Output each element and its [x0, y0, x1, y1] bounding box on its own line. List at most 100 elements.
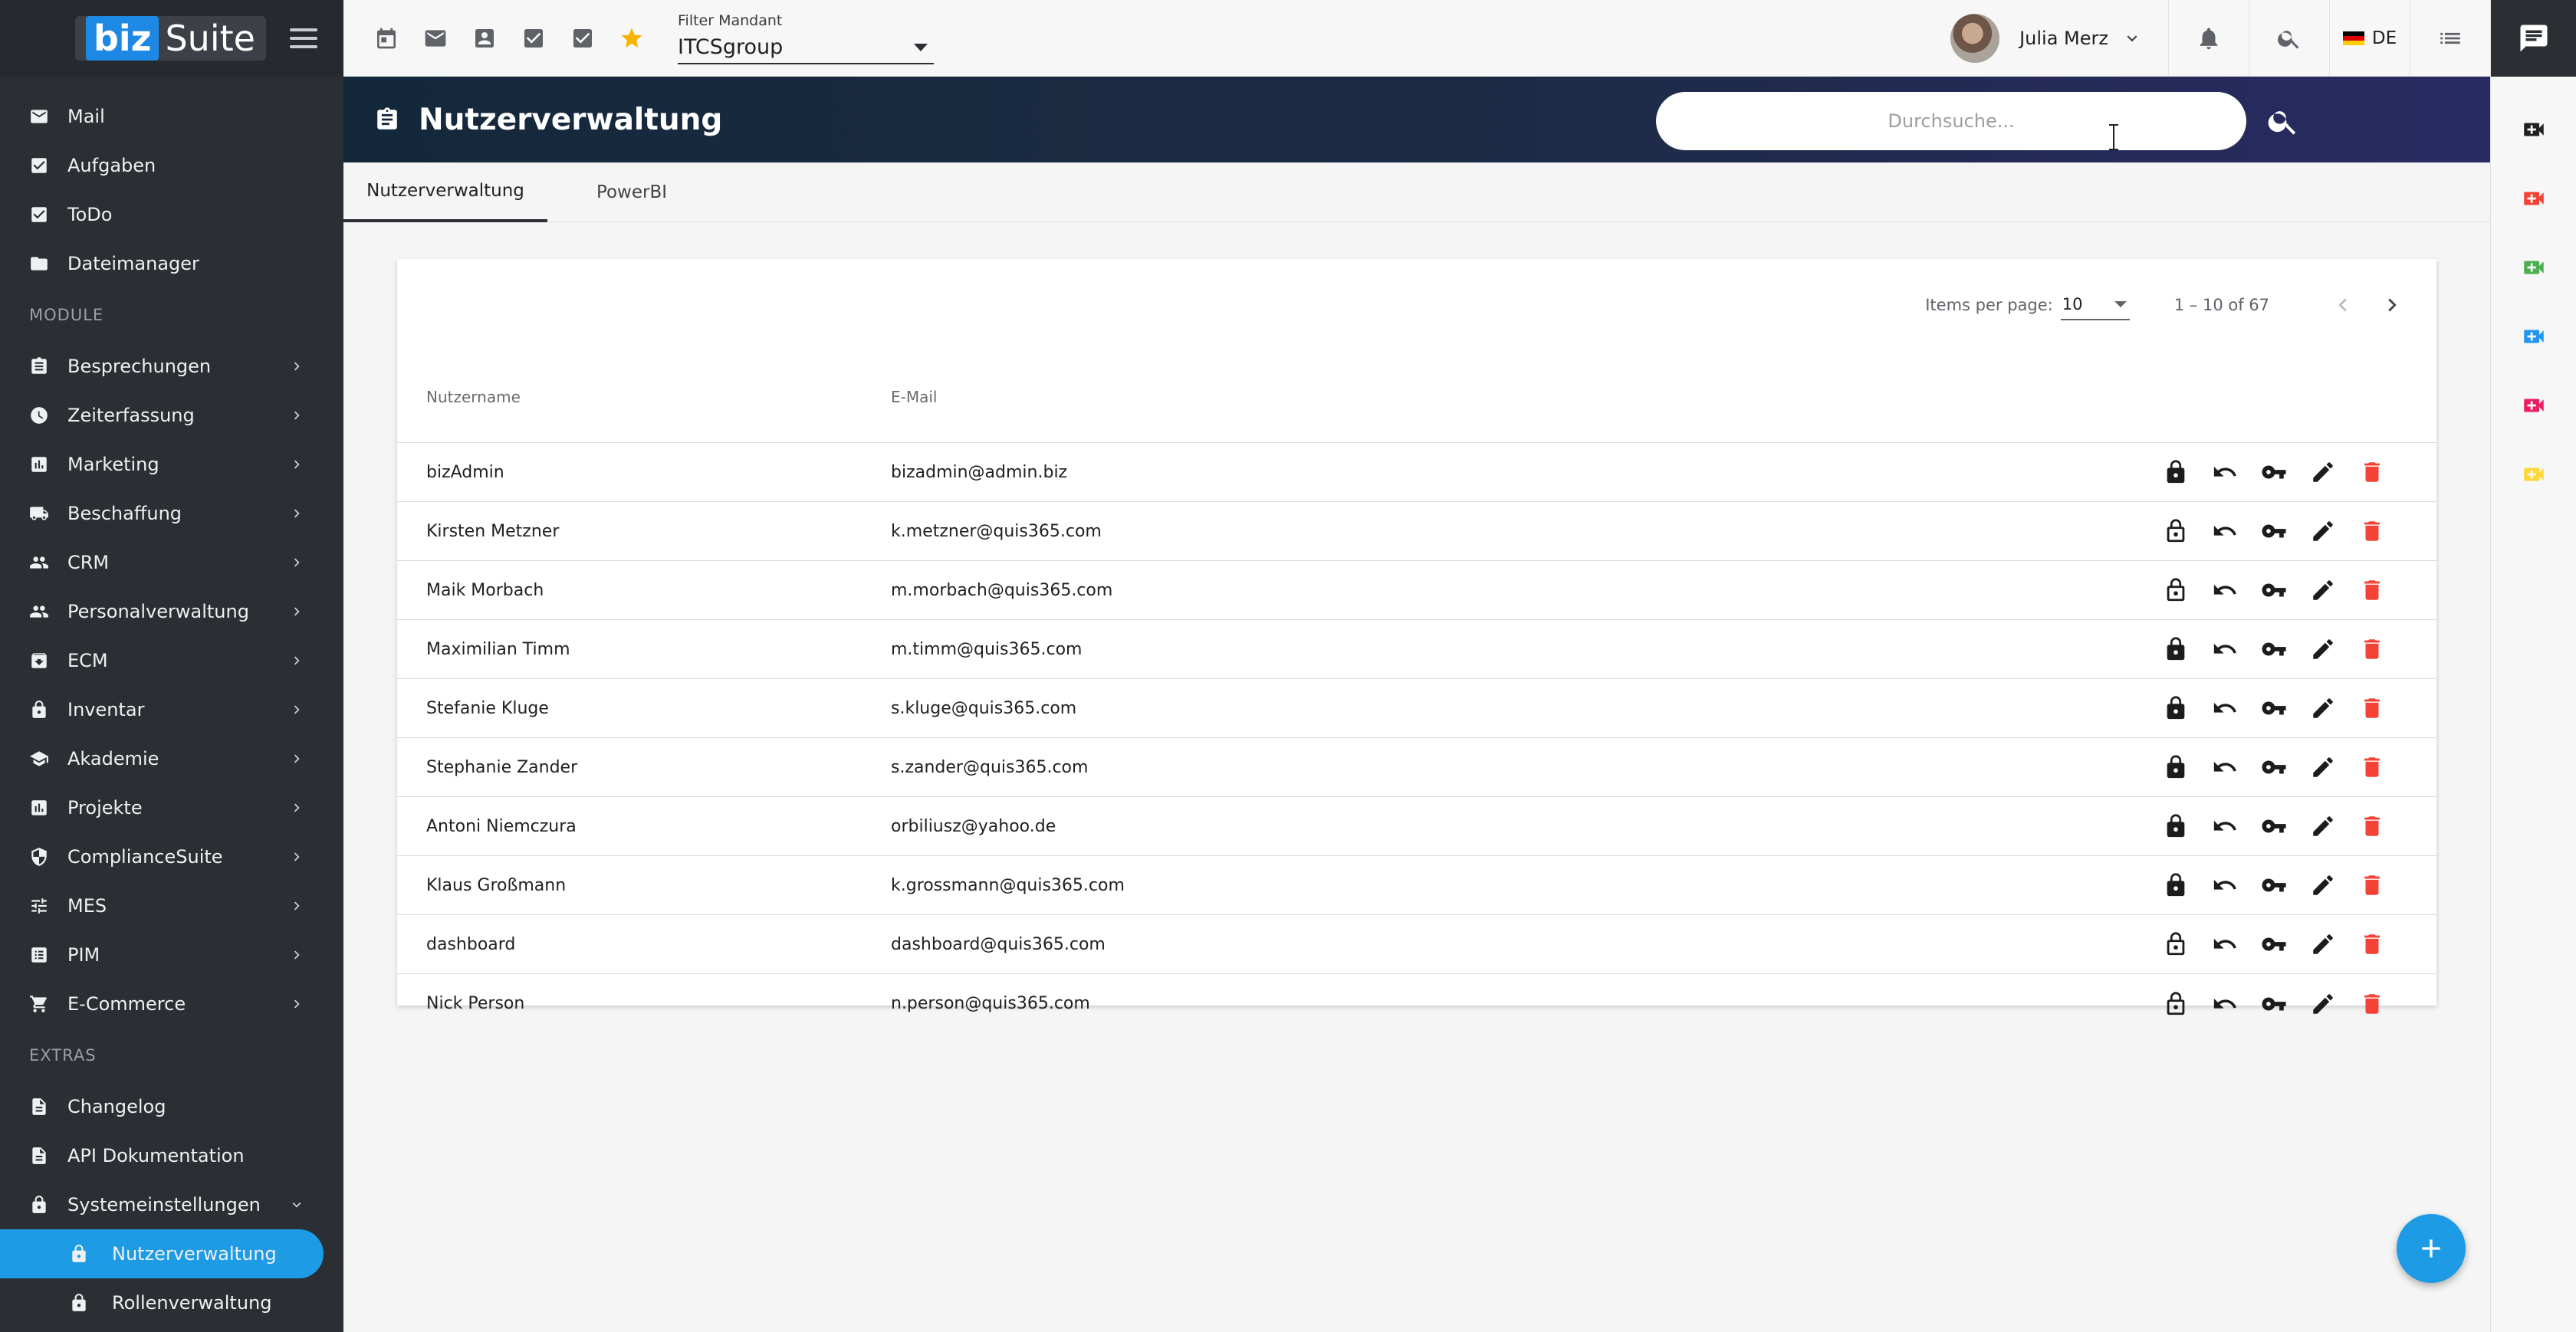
column-header-email[interactable]: E-Mail: [891, 388, 2436, 406]
lock-closed-icon[interactable]: [2151, 684, 2200, 733]
sidebar-item-rollenverwaltung[interactable]: Rollenverwaltung: [0, 1278, 343, 1327]
search-input[interactable]: [1656, 92, 2246, 150]
reset-undo-icon[interactable]: [2200, 920, 2249, 969]
key-icon[interactable]: [2249, 448, 2298, 497]
table-row[interactable]: Kirsten Metzner k.metzner@quis365.com: [397, 502, 2436, 561]
sidebar-item-personalverwaltung[interactable]: Personalverwaltung: [0, 587, 343, 636]
sidebar-item-inventar[interactable]: Inventar: [0, 685, 343, 734]
sidebar-item-mail[interactable]: Mail: [0, 92, 343, 141]
contact-card-icon[interactable]: [460, 0, 509, 77]
delete-trash-icon[interactable]: [2348, 920, 2397, 969]
key-icon[interactable]: [2249, 802, 2298, 851]
calendar-icon[interactable]: [362, 0, 411, 77]
delete-trash-icon[interactable]: [2348, 566, 2397, 615]
key-icon[interactable]: [2249, 920, 2298, 969]
table-row[interactable]: Maik Morbach m.morbach@quis365.com: [397, 561, 2436, 620]
sidebar-item-dateimanager[interactable]: Dateimanager: [0, 239, 343, 288]
sidebar-item-todo[interactable]: ToDo: [0, 190, 343, 239]
reset-undo-icon[interactable]: [2200, 566, 2249, 615]
reset-undo-icon[interactable]: [2200, 625, 2249, 674]
video-call-icon[interactable]: [2491, 233, 2576, 302]
delete-trash-icon[interactable]: [2348, 684, 2397, 733]
delete-trash-icon[interactable]: [2348, 743, 2397, 792]
list-menu-icon[interactable]: [2410, 0, 2490, 77]
chat-icon[interactable]: [2491, 0, 2576, 77]
video-call-icon[interactable]: [2491, 440, 2576, 509]
lock-open-icon[interactable]: [2151, 920, 2200, 969]
edit-pencil-icon[interactable]: [2298, 920, 2348, 969]
add-user-button[interactable]: [2397, 1214, 2466, 1283]
key-icon[interactable]: [2249, 625, 2298, 674]
sidebar-item-ecm[interactable]: ECM: [0, 636, 343, 685]
video-call-icon[interactable]: [2491, 302, 2576, 371]
delete-trash-icon[interactable]: [2348, 802, 2397, 851]
search-submit-icon[interactable]: [2266, 104, 2300, 138]
delete-trash-icon[interactable]: [2348, 507, 2397, 556]
sidebar-item-compliancesuite[interactable]: ComplianceSuite: [0, 832, 343, 881]
sidebar-item-aufgaben[interactable]: Aufgaben: [0, 141, 343, 190]
key-icon[interactable]: [2249, 507, 2298, 556]
table-row[interactable]: Stephanie Zander s.zander@quis365.com: [397, 738, 2436, 797]
lock-open-icon[interactable]: [2151, 979, 2200, 1029]
table-row[interactable]: Maximilian Timm m.timm@quis365.com: [397, 620, 2436, 679]
sidebar-item-besprechungen[interactable]: Besprechungen: [0, 342, 343, 391]
bizsuite-logo[interactable]: biz Suite: [75, 16, 266, 61]
sidebar-item-api-dokumentation[interactable]: API Dokumentation: [0, 1131, 343, 1180]
language-switcher[interactable]: DE: [2330, 0, 2410, 77]
table-row[interactable]: dashboard dashboard@quis365.com: [397, 915, 2436, 974]
previous-page-icon[interactable]: [2318, 281, 2367, 330]
reset-undo-icon[interactable]: [2200, 507, 2249, 556]
reset-undo-icon[interactable]: [2200, 743, 2249, 792]
key-icon[interactable]: [2249, 861, 2298, 910]
reset-undo-icon[interactable]: [2200, 861, 2249, 910]
lock-open-icon[interactable]: [2151, 507, 2200, 556]
menu-toggle-icon[interactable]: [290, 28, 317, 48]
sidebar-item-marketing[interactable]: Marketing: [0, 440, 343, 489]
video-call-icon[interactable]: [2491, 164, 2576, 233]
table-row[interactable]: Antoni Niemczura orbiliusz@yahoo.de: [397, 797, 2436, 856]
search-icon[interactable]: [2249, 0, 2329, 77]
reset-undo-icon[interactable]: [2200, 979, 2249, 1029]
column-header-nutzername[interactable]: Nutzername: [397, 388, 891, 406]
table-row[interactable]: bizAdmin bizadmin@admin.biz: [397, 443, 2436, 502]
delete-trash-icon[interactable]: [2348, 979, 2397, 1029]
key-icon[interactable]: [2249, 979, 2298, 1029]
lock-open-icon[interactable]: [2151, 566, 2200, 615]
delete-trash-icon[interactable]: [2348, 625, 2397, 674]
delete-trash-icon[interactable]: [2348, 861, 2397, 910]
key-icon[interactable]: [2249, 743, 2298, 792]
edit-pencil-icon[interactable]: [2298, 861, 2348, 910]
lock-closed-icon[interactable]: [2151, 448, 2200, 497]
mail-icon[interactable]: [411, 0, 460, 77]
lock-closed-icon[interactable]: [2151, 802, 2200, 851]
filter-mandant[interactable]: Filter Mandant ITCSgroup: [678, 9, 934, 67]
reset-undo-icon[interactable]: [2200, 684, 2249, 733]
filter-mandant-select[interactable]: ITCSgroup: [678, 32, 934, 64]
lock-closed-icon[interactable]: [2151, 625, 2200, 674]
sidebar-item-changelog[interactable]: Changelog: [0, 1082, 343, 1131]
edit-pencil-icon[interactable]: [2298, 743, 2348, 792]
todo-check-icon[interactable]: [558, 0, 607, 77]
sidebar-item-e-commerce[interactable]: E-Commerce: [0, 979, 343, 1029]
star-icon[interactable]: [607, 0, 656, 77]
table-row[interactable]: Stefanie Kluge s.kluge@quis365.com: [397, 679, 2436, 738]
sidebar-item-projekte[interactable]: Projekte: [0, 783, 343, 832]
key-icon[interactable]: [2249, 684, 2298, 733]
edit-pencil-icon[interactable]: [2298, 566, 2348, 615]
sidebar-item-pim[interactable]: PIM: [0, 930, 343, 979]
sidebar-item-systemeinstellungen[interactable]: Systemeinstellungen: [0, 1180, 343, 1229]
video-call-icon[interactable]: [2491, 95, 2576, 164]
edit-pencil-icon[interactable]: [2298, 684, 2348, 733]
lock-closed-icon[interactable]: [2151, 861, 2200, 910]
edit-pencil-icon[interactable]: [2298, 979, 2348, 1029]
key-icon[interactable]: [2249, 566, 2298, 615]
user-menu[interactable]: Julia Merz: [1935, 0, 2168, 77]
sidebar-item-crm[interactable]: CRM: [0, 538, 343, 587]
sidebar-item-beschaffung[interactable]: Beschaffung: [0, 489, 343, 538]
table-row[interactable]: Nick Person n.person@quis365.com: [397, 974, 2436, 1033]
delete-trash-icon[interactable]: [2348, 448, 2397, 497]
sidebar-item-mes[interactable]: MES: [0, 881, 343, 930]
items-per-page-select[interactable]: 10: [2060, 290, 2130, 320]
table-row[interactable]: Klaus Großmann k.grossmann@quis365.com: [397, 856, 2436, 915]
tab-powerbi[interactable]: PowerBI: [547, 162, 716, 222]
